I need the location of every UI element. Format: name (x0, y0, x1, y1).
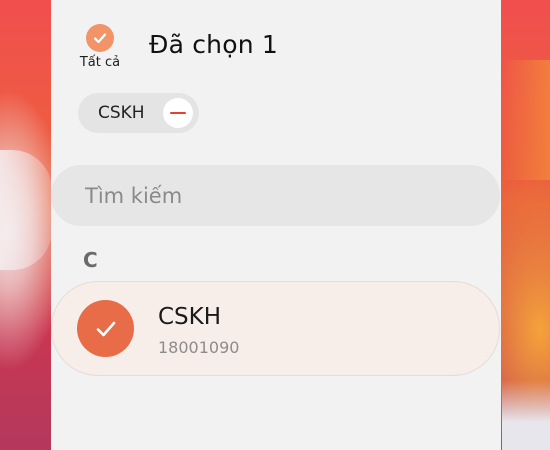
wallpaper-highlight-right (502, 60, 550, 180)
chip-label: CSKH (98, 103, 145, 123)
section-header-letter: C (83, 248, 98, 272)
search-field[interactable] (51, 165, 500, 226)
search-input[interactable] (85, 183, 465, 208)
check-icon (93, 33, 107, 44)
selected-contact-chip[interactable]: CSKH (78, 93, 199, 133)
chip-remove-button[interactable] (163, 98, 193, 128)
selected-count-title: Đã chọn 1 (149, 30, 279, 59)
contact-list-item[interactable]: CSKH 18001090 (51, 281, 500, 376)
wallpaper-light-bottom-right (502, 380, 550, 450)
select-all-label: Tất cả (79, 55, 121, 70)
contact-picker-sheet: Tất cả Đã chọn 1 CSKH C CSKH 18001090 (51, 0, 501, 450)
contact-selected-avatar[interactable] (77, 300, 134, 357)
check-icon (96, 321, 115, 336)
select-all-toggle[interactable]: Tất cả (75, 24, 125, 70)
select-all-checkbox[interactable] (86, 24, 114, 52)
wallpaper-highlight-left (0, 150, 52, 270)
contact-phone-number: 18001090 (158, 338, 240, 357)
minus-icon (170, 111, 186, 115)
contact-name: CSKH (158, 304, 222, 330)
